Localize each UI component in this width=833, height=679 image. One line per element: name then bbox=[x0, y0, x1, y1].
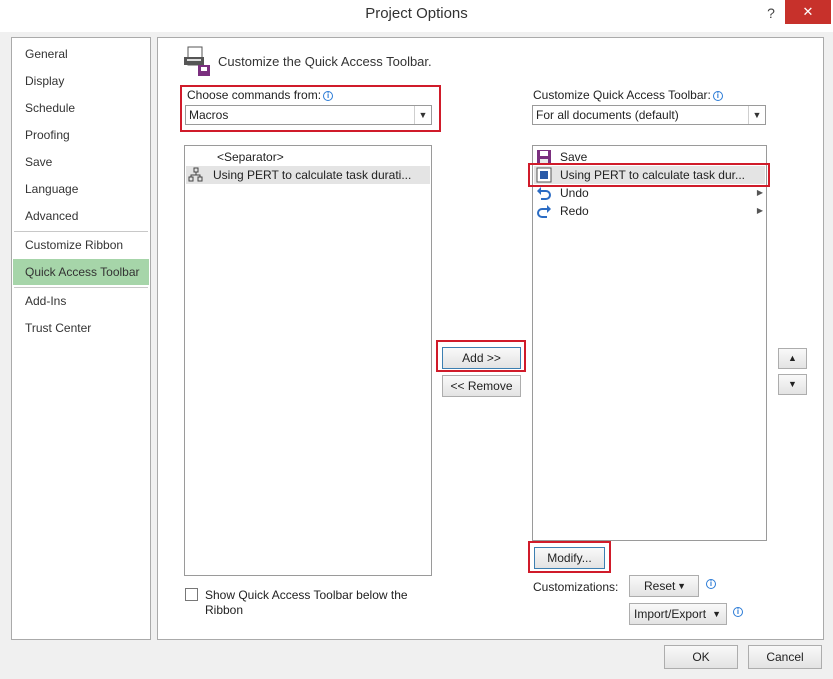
nav-item-quick-access-toolbar[interactable]: Quick Access Toolbar bbox=[13, 259, 149, 285]
info-icon: i bbox=[706, 579, 716, 589]
info-icon: i bbox=[733, 607, 743, 617]
modify-button[interactable]: Modify... bbox=[534, 547, 605, 569]
show-below-ribbon-checkbox[interactable] bbox=[185, 588, 198, 601]
redo-icon bbox=[537, 205, 551, 218]
move-up-button[interactable]: ▲ bbox=[778, 348, 807, 369]
nav-item-schedule[interactable]: Schedule bbox=[13, 95, 149, 121]
cancel-button[interactable]: Cancel bbox=[748, 645, 822, 669]
show-below-ribbon-label[interactable]: Show Quick Access Toolbar below the bbox=[205, 588, 408, 602]
submenu-arrow-icon: ▶ bbox=[756, 206, 763, 215]
chevron-down-icon: ▼ bbox=[788, 379, 797, 389]
nav-item-customize-ribbon[interactable]: Customize Ribbon bbox=[13, 232, 149, 258]
chevron-down-icon[interactable]: ▼ bbox=[414, 106, 431, 124]
macro-icon bbox=[188, 167, 203, 182]
customizations-label: Customizations: bbox=[533, 580, 619, 594]
help-button[interactable]: ? bbox=[758, 2, 784, 24]
list-item[interactable]: Using PERT to calculate task durati... bbox=[186, 166, 430, 184]
ok-button[interactable]: OK bbox=[664, 645, 738, 669]
customize-toolbar-dropdown[interactable]: For all documents (default) ▼ bbox=[532, 105, 766, 125]
nav-item-language[interactable]: Language bbox=[13, 176, 149, 202]
list-item-label: Using PERT to calculate task durati... bbox=[213, 168, 412, 182]
undo-icon bbox=[537, 187, 551, 200]
chevron-down-icon: ▼ bbox=[712, 609, 721, 619]
nav-item-trust-center[interactable]: Trust Center bbox=[13, 315, 149, 341]
choose-commands-label: Choose commands from: i bbox=[187, 88, 334, 102]
reset-button[interactable]: Reset ▼ bbox=[629, 575, 699, 597]
list-item-label: <Separator> bbox=[217, 150, 284, 164]
customize-toolbar-value: For all documents (default) bbox=[536, 108, 679, 122]
nav-item-display[interactable]: Display bbox=[13, 68, 149, 94]
info-icon: i bbox=[712, 91, 723, 101]
chevron-down-icon: ▼ bbox=[677, 581, 686, 591]
close-button[interactable]: ✕ bbox=[785, 0, 831, 24]
show-below-ribbon-label-line2[interactable]: Ribbon bbox=[205, 603, 243, 617]
choose-commands-dropdown[interactable]: Macros ▼ bbox=[185, 105, 432, 125]
window-title: Project Options bbox=[365, 5, 468, 22]
page-heading: Customize the Quick Access Toolbar. bbox=[218, 54, 432, 69]
chevron-up-icon: ▲ bbox=[788, 353, 797, 363]
move-down-button[interactable]: ▼ bbox=[778, 374, 807, 395]
list-item[interactable]: <Separator> bbox=[186, 148, 430, 166]
reset-label: Reset bbox=[644, 579, 676, 593]
pert-item-highlight bbox=[528, 163, 770, 187]
toolbar-commands-list[interactable]: Save Using PERT to calculate task dur...… bbox=[532, 145, 767, 541]
nav-item-add-ins[interactable]: Add-Ins bbox=[13, 288, 149, 314]
info-icon: i bbox=[323, 91, 334, 101]
nav-item-proofing[interactable]: Proofing bbox=[13, 122, 149, 148]
import-export-button[interactable]: Import/Export ▼ bbox=[629, 603, 727, 625]
customize-toolbar-label: Customize Quick Access Toolbar: i bbox=[533, 88, 723, 102]
nav-item-general[interactable]: General bbox=[13, 41, 149, 67]
import-export-label: Import/Export bbox=[634, 607, 707, 621]
chevron-down-icon[interactable]: ▼ bbox=[748, 106, 765, 124]
add-button[interactable]: Add >> bbox=[442, 347, 521, 369]
available-commands-list[interactable]: <Separator> Using PERT to calculate task… bbox=[184, 145, 432, 576]
nav-item-advanced[interactable]: Advanced bbox=[13, 203, 149, 229]
remove-button[interactable]: << Remove bbox=[442, 375, 521, 397]
nav-item-save[interactable]: Save bbox=[13, 149, 149, 175]
quick-access-toolbar-icon bbox=[184, 46, 210, 76]
list-item-label: Redo bbox=[560, 204, 589, 218]
choose-commands-value: Macros bbox=[189, 108, 229, 122]
list-item[interactable]: Redo ▶ bbox=[534, 202, 765, 220]
options-nav: General Display Schedule Proofing Save L… bbox=[11, 37, 151, 640]
